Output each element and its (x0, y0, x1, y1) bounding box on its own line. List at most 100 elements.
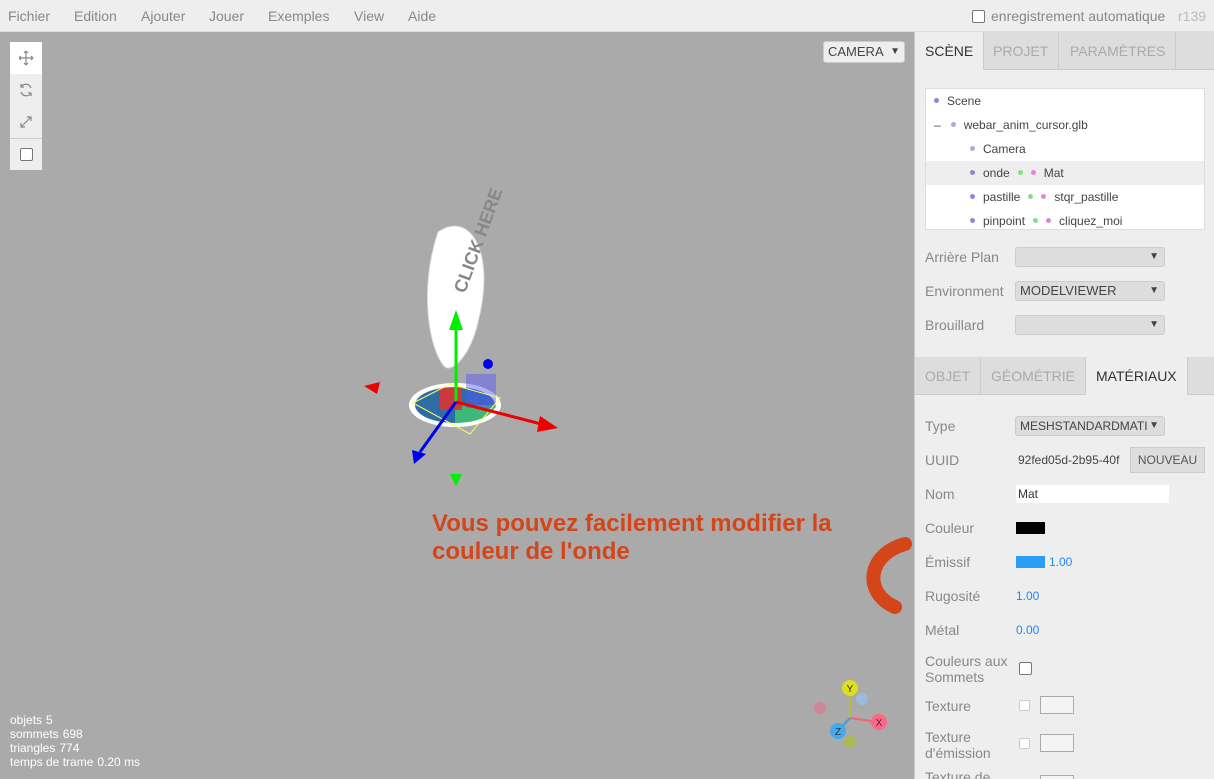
menu-ajouter[interactable]: Ajouter (141, 0, 185, 32)
chevron-down-icon: ▼ (1149, 319, 1159, 330)
next-texture-label: Texture de (925, 769, 991, 779)
emissive-texture-checkbox[interactable] (1019, 738, 1030, 749)
scene-outliner[interactable]: Scene – webar_anim_cursor.glb Camera onde… (925, 88, 1205, 230)
environment-value: MODELVIEWER (1020, 283, 1117, 298)
menu-exemples[interactable]: Exemples (268, 0, 329, 32)
background-select[interactable]: ▼ (1015, 247, 1165, 267)
triangles-label: triangles (10, 741, 56, 755)
gizmo-y-label: Y (847, 684, 854, 695)
outliner-item-camera[interactable]: Camera (926, 137, 1204, 161)
next-texture-slot[interactable] (1040, 775, 1074, 779)
object-dot-icon (970, 194, 975, 199)
material-label: cliquez_moi (1059, 214, 1123, 228)
vertex-colors-checkbox[interactable] (1019, 662, 1032, 675)
tab-materiaux[interactable]: MATÉRIAUX (1086, 357, 1188, 395)
outliner-item-scene[interactable]: Scene (926, 89, 1204, 113)
outliner-item-onde[interactable]: onde Mat (926, 161, 1204, 185)
menu-view[interactable]: View (354, 0, 384, 32)
autosave-checkbox[interactable] (972, 10, 985, 23)
menu-aide[interactable]: Aide (408, 0, 436, 32)
uuid-new-button[interactable]: NOUVEAU (1130, 447, 1205, 473)
transform-toolbar (10, 42, 42, 170)
object-dot-icon (950, 122, 956, 127)
viewport[interactable]: CLICK HERE Y X Z CAMERA ▼ Vous pouvez fa… (0, 32, 914, 779)
emissive-texture-label-line1: Texture (925, 729, 971, 745)
color-label: Couleur (925, 520, 975, 536)
tab-projet[interactable]: PROJET (983, 32, 1060, 70)
view-helper[interactable]: Y X Z (814, 680, 887, 748)
local-checkbox[interactable] (19, 148, 33, 161)
material-type-select[interactable]: MESHSTANDARDMATI ▼ (1015, 416, 1165, 436)
emissive-swatch[interactable] (1016, 556, 1045, 568)
menu-edition[interactable]: Edition (74, 0, 117, 32)
metal-label: Métal (925, 622, 960, 638)
fog-select[interactable]: ▼ (1015, 315, 1165, 335)
emissive-texture-slot[interactable] (1040, 734, 1074, 752)
fog-label: Brouillard (925, 317, 985, 333)
tab-objet[interactable]: OBJET (915, 357, 982, 395)
tab-geometrie[interactable]: GÉOMÉTRIE (981, 357, 1087, 395)
color-swatch[interactable] (1016, 522, 1045, 534)
material-label: Mat (1043, 166, 1064, 180)
metal-value[interactable]: 0.00 (1016, 623, 1039, 637)
camera-select[interactable]: CAMERA ▼ (823, 41, 905, 63)
translate-icon (18, 50, 34, 66)
uuid-value: 92fed05d-2b95-40f (1018, 453, 1120, 467)
outliner-label: Camera (983, 142, 1026, 156)
frametime-value: 0.20 ms (97, 755, 141, 769)
rotate-icon (20, 83, 32, 97)
chevron-down-icon: ▼ (1149, 251, 1159, 262)
material-dot-icon (1041, 194, 1047, 199)
render-info: objets 5 sommets 698 triangles 774 temps de… (10, 713, 140, 769)
scene-canvas[interactable]: CLICK HERE Y X Z (0, 32, 914, 779)
chevron-down-icon: ▼ (890, 46, 900, 57)
local-toggle[interactable] (10, 138, 42, 170)
material-name-input[interactable]: Mat (1015, 484, 1170, 504)
menu-jouer[interactable]: Jouer (209, 0, 244, 32)
outliner-label: pastille (983, 190, 1021, 204)
rotate-button[interactable] (10, 74, 42, 106)
outliner-label: onde (983, 166, 1010, 180)
triangles-count: 774 (59, 741, 80, 755)
autosave-toggle[interactable]: enregistrement automatique (972, 0, 1165, 32)
vertices-count: 698 (62, 727, 83, 741)
environment-label: Environment (925, 283, 1004, 299)
vertex-colors-label: Couleurs aux Sommets (925, 653, 1008, 685)
gizmo-x-label: X (876, 718, 883, 729)
outliner-item-glb[interactable]: – webar_anim_cursor.glb (926, 113, 1204, 137)
gizmo-z-label: Z (835, 727, 841, 738)
texture-label: Texture (925, 698, 971, 714)
tab-parametres[interactable]: PARAMÈTRES (1060, 32, 1177, 70)
emissive-intensity[interactable]: 1.00 (1049, 555, 1072, 569)
outliner-label: webar_anim_cursor.glb (963, 118, 1088, 132)
emissive-texture-label: Texture d'émission (925, 729, 991, 761)
object-dot-icon (934, 98, 939, 103)
emissive-label: Émissif (925, 554, 971, 570)
camera-select-value: CAMERA (828, 44, 884, 59)
chevron-down-icon: ▼ (1149, 420, 1159, 431)
translate-button[interactable] (10, 42, 42, 74)
outliner-item-pastille[interactable]: pastille stqr_pastille (926, 185, 1204, 209)
uuid-label: UUID (925, 452, 960, 468)
texture-checkbox[interactable] (1019, 700, 1030, 711)
object-dot-icon (970, 218, 975, 223)
emissive-texture-label-line2: d'émission (925, 745, 991, 761)
vertex-colors-label-line1: Couleurs aux (925, 653, 1008, 669)
menu-fichier[interactable]: Fichier (8, 0, 50, 32)
objects-label: objets (10, 713, 43, 727)
outliner-item-pinpoint[interactable]: pinpoint cliquez_moi (926, 209, 1204, 229)
menubar: Fichier Edition Ajouter Jouer Exemples V… (0, 0, 1214, 32)
material-type-value: MESHSTANDARDMATI (1020, 419, 1148, 433)
environment-select[interactable]: MODELVIEWER ▼ (1015, 281, 1165, 301)
annotation-text: Vous pouvez facilement modifier la coule… (432, 510, 832, 565)
click-here-sign[interactable]: CLICK HERE (426, 185, 506, 369)
scale-button[interactable] (10, 106, 42, 138)
chevron-down-icon: ▼ (1149, 285, 1159, 296)
tab-scene[interactable]: SCÈNE (915, 32, 985, 70)
geometry-dot-icon (1028, 194, 1034, 199)
roughness-value[interactable]: 1.00 (1016, 589, 1039, 603)
texture-slot[interactable] (1040, 696, 1074, 714)
scale-icon (20, 116, 32, 128)
collapse-toggle[interactable]: – (934, 118, 941, 132)
material-label: stqr_pastille (1054, 190, 1119, 204)
